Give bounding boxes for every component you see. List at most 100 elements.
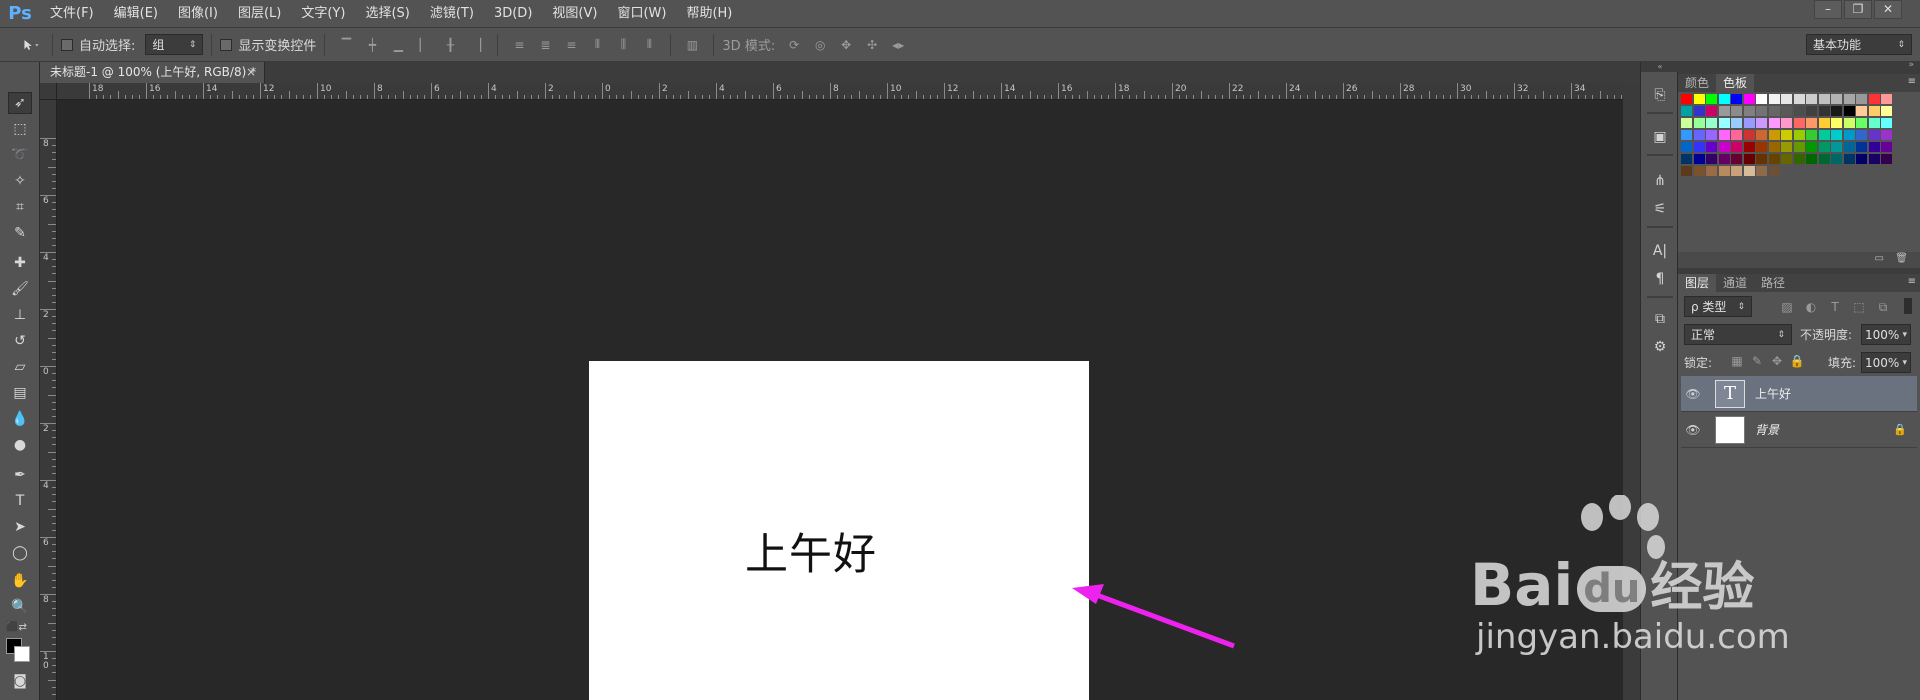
color-swatch[interactable] — [1718, 166, 1730, 176]
minimize-button[interactable]: – — [1814, 0, 1842, 19]
filter-pixel-icon[interactable]: ▨ — [1778, 298, 1796, 316]
menu-item[interactable]: 图像(I) — [168, 0, 228, 27]
panel-tab[interactable]: 图层 — [1678, 274, 1717, 292]
eraser-tool-icon[interactable]: ▱ — [8, 356, 32, 378]
color-swatch[interactable] — [1756, 130, 1767, 140]
filter-toggle[interactable] — [1904, 298, 1912, 314]
menu-item[interactable]: 帮助(H) — [676, 0, 742, 27]
color-swatch[interactable] — [1868, 142, 1880, 152]
adjustments-panel-icon[interactable]: ⚟ — [1649, 198, 1671, 220]
quick-mask-icon[interactable]: ◙ — [8, 670, 32, 692]
color-swatch[interactable] — [1818, 94, 1830, 104]
scale-3d-icon[interactable]: ◂▸ — [889, 36, 907, 54]
distribute-hcenter-icon[interactable]: ⫼ — [614, 36, 632, 54]
color-swatch[interactable] — [1756, 118, 1767, 128]
color-swatch[interactable] — [1843, 118, 1855, 128]
color-swatch[interactable] — [1681, 154, 1692, 164]
color-swatch[interactable] — [1706, 142, 1717, 152]
color-swatch[interactable] — [1731, 94, 1742, 104]
restore-button[interactable]: ❐ — [1844, 0, 1872, 19]
layer-name[interactable]: 背景 — [1755, 421, 1779, 438]
color-swatch[interactable] — [1768, 154, 1780, 164]
slide-3d-icon[interactable]: ✣ — [863, 36, 881, 54]
crop-tool-icon[interactable]: ⌗ — [8, 196, 32, 218]
roll-3d-icon[interactable]: ◎ — [811, 36, 829, 54]
color-swatch[interactable] — [1693, 118, 1705, 128]
menu-item[interactable]: 选择(S) — [355, 0, 419, 27]
color-swatch[interactable] — [1868, 106, 1880, 116]
color-swatch[interactable] — [1718, 118, 1730, 128]
distribute-top-icon[interactable]: ≡ — [510, 36, 528, 54]
color-swatch[interactable] — [1806, 118, 1817, 128]
color-swatch[interactable] — [1781, 130, 1792, 140]
color-swatch[interactable] — [1781, 154, 1792, 164]
ruler-origin[interactable] — [40, 83, 57, 100]
color-swatch[interactable] — [1881, 118, 1892, 128]
new-swatch-icon[interactable]: ▭ — [1875, 253, 1884, 264]
healing-brush-tool-icon[interactable]: ✚ — [8, 252, 32, 274]
document-tab[interactable]: 未标题-1 @ 100% (上午好, RGB/8) * × — [40, 62, 265, 83]
color-swatch[interactable] — [1706, 166, 1717, 176]
character-panel-icon[interactable]: A| — [1649, 240, 1671, 262]
color-swatch[interactable] — [1693, 154, 1705, 164]
panel-menu-icon[interactable]: ≡ — [1908, 276, 1916, 287]
panel-tab[interactable]: 色板 — [1716, 74, 1755, 92]
history-panel-icon[interactable]: ⎘ — [1649, 84, 1671, 106]
color-swatch[interactable] — [1718, 130, 1730, 140]
swatches-grid[interactable] — [1681, 94, 1917, 244]
color-swatch[interactable] — [1818, 154, 1830, 164]
color-swatch[interactable] — [1768, 118, 1780, 128]
menu-item[interactable]: 编辑(E) — [104, 0, 168, 27]
color-swatch[interactable] — [1856, 142, 1867, 152]
color-swatch[interactable] — [1731, 154, 1742, 164]
align-left-icon[interactable]: ▏ — [415, 36, 433, 54]
color-swatch[interactable] — [1693, 94, 1705, 104]
color-swatch[interactable] — [1831, 106, 1842, 116]
show-transform-checkbox[interactable] — [220, 38, 233, 51]
color-swatch[interactable] — [1743, 118, 1755, 128]
opacity-field[interactable]: 100% ▾ — [1861, 324, 1911, 345]
panel-tab[interactable]: 颜色 — [1678, 74, 1716, 92]
color-swatch[interactable] — [1693, 130, 1705, 140]
color-swatch[interactable] — [1843, 142, 1855, 152]
color-swatch[interactable] — [1756, 142, 1767, 152]
color-swatch[interactable] — [1693, 166, 1705, 176]
marquee-tool-icon[interactable]: ⬚ — [8, 118, 32, 140]
color-swatch[interactable] — [1706, 106, 1717, 116]
dodge-tool-icon[interactable]: ● — [8, 434, 32, 456]
color-swatch[interactable] — [1806, 94, 1817, 104]
history-brush-tool-icon[interactable]: ↺ — [8, 330, 32, 352]
brush-tool-icon[interactable]: 🖌 — [8, 278, 32, 300]
tool-presets-panel-icon[interactable]: ⚙ — [1649, 336, 1671, 358]
color-swatch[interactable] — [1818, 142, 1830, 152]
color-swatch[interactable] — [1793, 142, 1805, 152]
auto-select-checkbox[interactable] — [61, 38, 73, 51]
color-swatch[interactable] — [1768, 142, 1780, 152]
color-swatch[interactable] — [1731, 142, 1742, 152]
color-swatch[interactable] — [1743, 166, 1755, 176]
align-hcenter-icon[interactable]: ╂ — [441, 36, 459, 54]
clone-source-panel-icon[interactable]: ⧉ — [1649, 308, 1671, 330]
color-swatch[interactable] — [1743, 154, 1755, 164]
distribute-vcenter-icon[interactable]: ≣ — [536, 36, 554, 54]
menu-item[interactable]: 图层(L) — [228, 0, 291, 27]
color-swatch[interactable] — [1681, 118, 1692, 128]
color-swatch[interactable] — [1818, 130, 1830, 140]
color-swatch[interactable] — [1831, 118, 1842, 128]
color-swatch[interactable] — [1793, 106, 1805, 116]
color-swatch[interactable] — [1681, 94, 1692, 104]
background-color[interactable] — [14, 646, 30, 662]
distribute-right-icon[interactable]: ⫴ — [640, 36, 658, 54]
color-swatch[interactable] — [1806, 106, 1817, 116]
color-swatch[interactable] — [1881, 94, 1892, 104]
color-swatch[interactable] — [1793, 118, 1805, 128]
color-swatch[interactable] — [1718, 106, 1730, 116]
color-swatch[interactable] — [1831, 130, 1842, 140]
color-swatch[interactable] — [1706, 94, 1717, 104]
swap-colors-icon[interactable]: ⬛⇄ — [6, 622, 34, 634]
menu-item[interactable]: 滤镜(T) — [420, 0, 484, 27]
blend-mode-dropdown[interactable]: 正常 ⇕ — [1684, 324, 1792, 345]
auto-select-dropdown[interactable]: 组 ⇕ — [145, 34, 204, 55]
menu-item[interactable]: 视图(V) — [542, 0, 607, 27]
color-swatch[interactable] — [1856, 154, 1867, 164]
